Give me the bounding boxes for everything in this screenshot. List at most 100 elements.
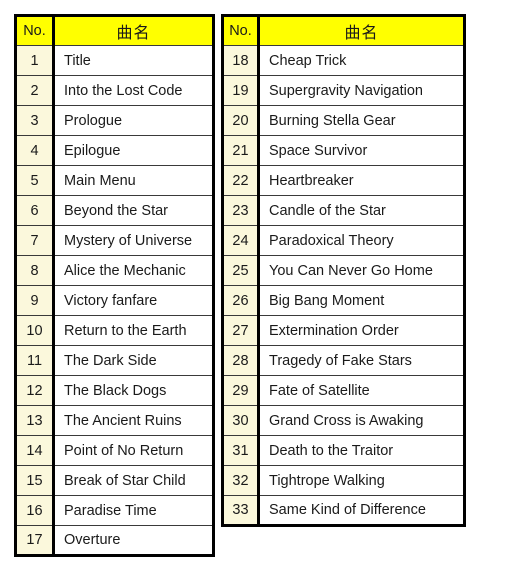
- column-header-no: No.: [222, 15, 260, 46]
- track-number-cell: 27: [222, 315, 260, 346]
- track-title-cell: Grand Cross is Awaking: [258, 405, 465, 436]
- table-row: 14 Point of No Return: [15, 435, 214, 466]
- table-row: 17 Overture: [15, 525, 214, 556]
- track-title-cell: Death to the Traitor: [258, 435, 465, 466]
- track-title-cell: Extermination Order: [258, 315, 465, 346]
- track-number-cell: 30: [222, 405, 260, 436]
- track-title-cell: Paradise Time: [53, 495, 214, 526]
- track-title-cell: Into the Lost Code: [53, 75, 214, 106]
- track-title-cell: Return to the Earth: [53, 315, 214, 346]
- table-row: 32 Tightrope Walking: [222, 465, 465, 496]
- track-number-cell: 17: [15, 525, 55, 556]
- column-header-no: No.: [15, 15, 55, 46]
- track-number-cell: 5: [15, 165, 55, 196]
- track-title-cell: Mystery of Universe: [53, 225, 214, 256]
- table-header-right: No. 曲名: [222, 15, 465, 46]
- track-number-cell: 12: [15, 375, 55, 406]
- table-row: 8 Alice the Mechanic: [15, 255, 214, 286]
- track-number-cell: 4: [15, 135, 55, 166]
- table-row: 22 Heartbreaker: [222, 165, 465, 196]
- track-number-cell: 15: [15, 465, 55, 496]
- track-title-cell: Big Bang Moment: [258, 285, 465, 316]
- track-title-cell: Candle of the Star: [258, 195, 465, 226]
- table-row: 6 Beyond the Star: [15, 195, 214, 226]
- track-number-cell: 16: [15, 495, 55, 526]
- track-number-cell: 26: [222, 285, 260, 316]
- table-row: 20 Burning Stella Gear: [222, 105, 465, 136]
- table-row: 30 Grand Cross is Awaking: [222, 405, 465, 436]
- track-number-cell: 8: [15, 255, 55, 286]
- track-number-cell: 31: [222, 435, 260, 466]
- track-number-cell: 13: [15, 405, 55, 436]
- track-title-cell: Cheap Trick: [258, 45, 465, 76]
- track-number-cell: 29: [222, 375, 260, 406]
- table-row: 12 The Black Dogs: [15, 375, 214, 406]
- table-body-right: 18 Cheap Trick 19 Supergravity Navigation 20…: [222, 45, 465, 526]
- track-title-cell: Tragedy of Fake Stars: [258, 345, 465, 376]
- track-number-cell: 18: [222, 45, 260, 76]
- header-row: No. 曲名: [222, 15, 465, 46]
- track-title-cell: Beyond the Star: [53, 195, 214, 226]
- track-title-cell: Paradoxical Theory: [258, 225, 465, 256]
- table-row: 2 Into the Lost Code: [15, 75, 214, 106]
- track-title-cell: Burning Stella Gear: [258, 105, 465, 136]
- table-row: 9 Victory fanfare: [15, 285, 214, 316]
- track-title-cell: The Black Dogs: [53, 375, 214, 406]
- track-number-cell: 21: [222, 135, 260, 166]
- track-number-cell: 28: [222, 345, 260, 376]
- track-number-cell: 3: [15, 105, 55, 136]
- track-number-cell: 1: [15, 45, 55, 76]
- tracklist-tables-container: No. 曲名 1 Title 2 Into the Lost Code 3 Prologu…: [14, 14, 466, 557]
- track-number-cell: 11: [15, 345, 55, 376]
- column-header-title: 曲名: [258, 15, 465, 46]
- track-title-cell: The Dark Side: [53, 345, 214, 376]
- track-title-cell: Same Kind of Difference: [258, 495, 465, 526]
- track-title-cell: Main Menu: [53, 165, 214, 196]
- track-title-cell: Fate of Satellite: [258, 375, 465, 406]
- track-number-cell: 14: [15, 435, 55, 466]
- track-number-cell: 10: [15, 315, 55, 346]
- track-title-cell: Supergravity Navigation: [258, 75, 465, 106]
- table-row: 3 Prologue: [15, 105, 214, 136]
- track-title-cell: Point of No Return: [53, 435, 214, 466]
- table-row: 5 Main Menu: [15, 165, 214, 196]
- track-number-cell: 6: [15, 195, 55, 226]
- table-row: 23 Candle of the Star: [222, 195, 465, 226]
- track-title-cell: Overture: [53, 525, 214, 556]
- table-row: 19 Supergravity Navigation: [222, 75, 465, 106]
- track-number-cell: 33: [222, 495, 260, 526]
- track-title-cell: The Ancient Ruins: [53, 405, 214, 436]
- track-title-cell: Prologue: [53, 105, 214, 136]
- track-number-cell: 32: [222, 465, 260, 496]
- column-header-title: 曲名: [53, 15, 214, 46]
- track-number-cell: 22: [222, 165, 260, 196]
- track-number-cell: 2: [15, 75, 55, 106]
- track-number-cell: 25: [222, 255, 260, 286]
- table-row: 10 Return to the Earth: [15, 315, 214, 346]
- table-row: 33 Same Kind of Difference: [222, 495, 465, 526]
- track-number-cell: 7: [15, 225, 55, 256]
- track-title-cell: Alice the Mechanic: [53, 255, 214, 286]
- table-row: 4 Epilogue: [15, 135, 214, 166]
- track-title-cell: You Can Never Go Home: [258, 255, 465, 286]
- table-row: 24 Paradoxical Theory: [222, 225, 465, 256]
- table-row: 15 Break of Star Child: [15, 465, 214, 496]
- tracklist-page: No. 曲名 1 Title 2 Into the Lost Code 3 Prologu…: [0, 0, 512, 566]
- table-row: 11 The Dark Side: [15, 345, 214, 376]
- table-header-left: No. 曲名: [15, 15, 214, 46]
- track-title-cell: Victory fanfare: [53, 285, 214, 316]
- tracklist-table-left: No. 曲名 1 Title 2 Into the Lost Code 3 Prologu…: [14, 14, 215, 557]
- track-title-cell: Tightrope Walking: [258, 465, 465, 496]
- table-row: 21 Space Survivor: [222, 135, 465, 166]
- track-title-cell: Title: [53, 45, 214, 76]
- track-number-cell: 9: [15, 285, 55, 316]
- track-title-cell: Epilogue: [53, 135, 214, 166]
- track-number-cell: 19: [222, 75, 260, 106]
- table-row: 18 Cheap Trick: [222, 45, 465, 76]
- header-row: No. 曲名: [15, 15, 214, 46]
- track-title-cell: Break of Star Child: [53, 465, 214, 496]
- table-row: 13 The Ancient Ruins: [15, 405, 214, 436]
- table-row: 25 You Can Never Go Home: [222, 255, 465, 286]
- track-title-cell: Space Survivor: [258, 135, 465, 166]
- table-row: 31 Death to the Traitor: [222, 435, 465, 466]
